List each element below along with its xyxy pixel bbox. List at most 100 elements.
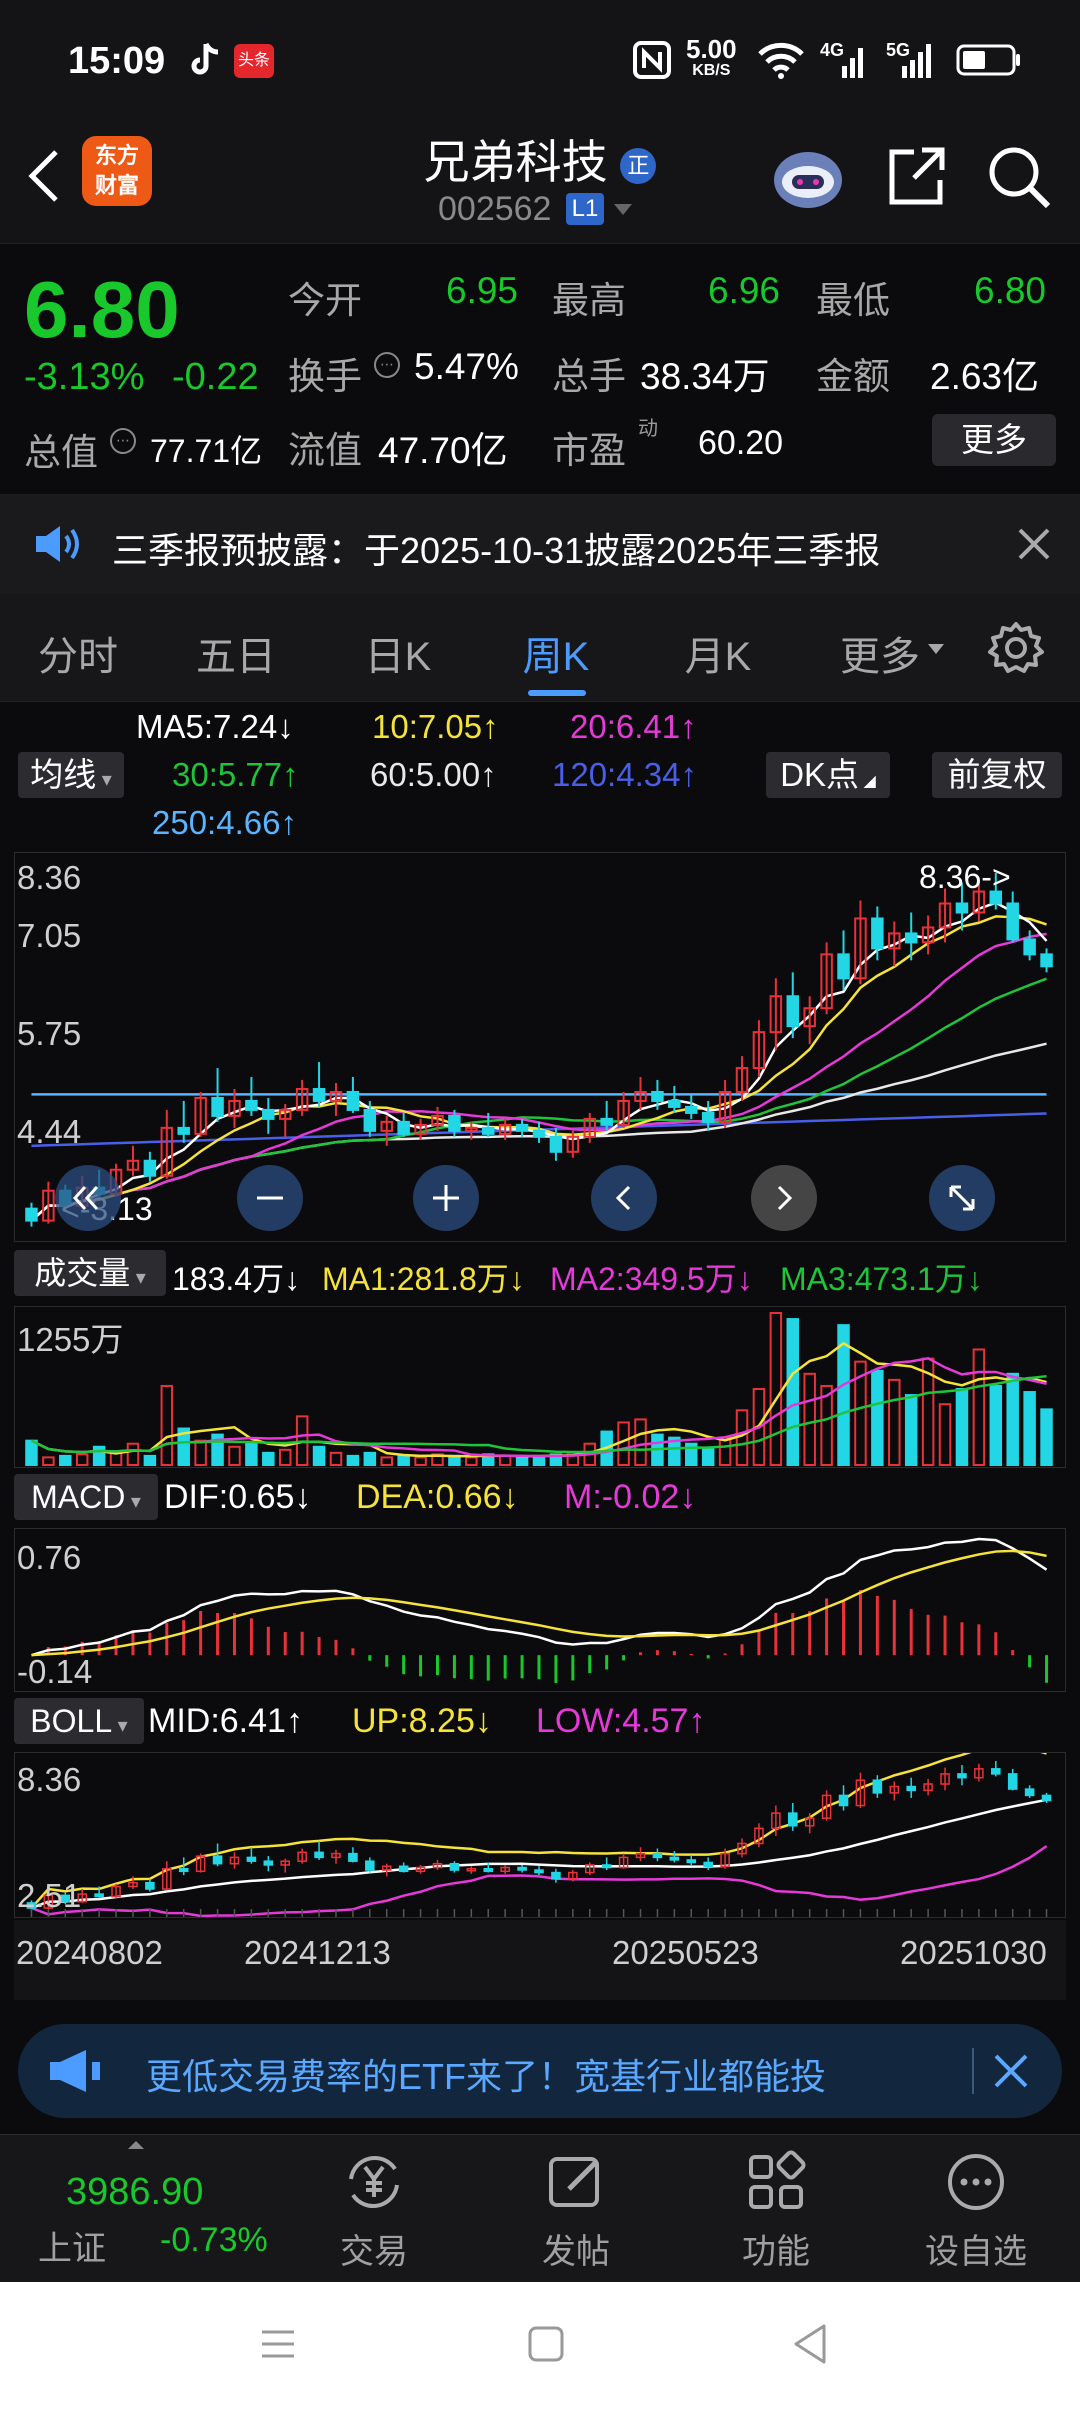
banner-close-icon[interactable] [992, 2052, 1030, 2090]
volume-bar [701, 1447, 715, 1466]
boll-candle-body [263, 1860, 274, 1866]
bottom-toolbar: 3986.90 上证 -0.73% 交易 发帖 功能 设自选 [0, 2134, 1080, 2282]
volume-bar [42, 1456, 55, 1466]
volume-chart[interactable]: 1255万 [14, 1306, 1066, 1468]
dk-point-button[interactable]: DK点 ◢ [766, 752, 890, 798]
volume-bar [1006, 1372, 1019, 1466]
amount-value: 2.63亿 [930, 356, 1040, 397]
candle-body [955, 902, 969, 914]
more-button[interactable]: 更多 [932, 414, 1056, 466]
share-icon[interactable] [886, 144, 948, 208]
change-percent: -3.13% [24, 356, 145, 398]
boll-candle-body [145, 1881, 155, 1890]
boll-y-bottom: 2.51 [17, 1877, 82, 1914]
zoom-out-icon[interactable] [237, 1165, 303, 1231]
ma-line-ma30 [30, 977, 1047, 1222]
boll-candle-body [178, 1868, 189, 1873]
macd-legend: MACD ▾ DIF:0.65↓ DEA:0.66↓ M:-0.02↓ [0, 1474, 1080, 1526]
kline-y-label-4: 4.44 [17, 1113, 82, 1150]
macd-indicator-button[interactable]: MACD ▾ [14, 1474, 158, 1520]
volume-bar [143, 1454, 157, 1467]
candle-body [448, 1114, 461, 1132]
back-triangle-icon[interactable] [790, 2322, 830, 2366]
macd-chart[interactable]: 0.76 -0.14 [14, 1528, 1066, 1692]
home-icon[interactable] [526, 2324, 566, 2364]
dk-corner-icon: ◢ [859, 773, 876, 790]
volume-bar [59, 1454, 72, 1467]
candle-body [549, 1135, 563, 1153]
volume-bar [75, 1453, 89, 1467]
scroll-left-icon[interactable] [591, 1165, 657, 1231]
low-label: 最低 [816, 280, 890, 321]
tab-five-day[interactable]: 五日 [186, 624, 286, 682]
ma-selector-chevron-icon: ▾ [96, 769, 112, 791]
market-cap-value: 77.71亿 [150, 433, 263, 469]
adjustment-button[interactable]: 前复权 [932, 752, 1062, 798]
boll-candle-body [246, 1856, 257, 1862]
pe-value: 60.20 [698, 424, 784, 462]
net-speed-value: 5.00 [686, 34, 737, 64]
volume-bar [363, 1451, 377, 1466]
ma-legend: MA5:7.24↓ 10:7.05↑ 20:6.41↑ 均线 ▾ 30:5.77… [0, 702, 1080, 848]
boll-indicator-button[interactable]: BOLL ▾ [14, 1698, 144, 1744]
level-badge[interactable]: L1 [566, 193, 604, 225]
x-axis: 20240802 20241213 20250523 20251030 [14, 1920, 1066, 2000]
scroll-left-fast-icon[interactable] [55, 1165, 121, 1231]
etf-promo-banner[interactable]: 更低交易费率的ETF来了！宽基行业都能投 [18, 2024, 1062, 2118]
change-amount: -0.22 [172, 356, 259, 398]
tab-monthly[interactable]: 月K [668, 624, 768, 682]
search-icon[interactable] [986, 144, 1052, 210]
boll-candle-body [212, 1855, 223, 1865]
boll-candle-body [483, 1868, 494, 1873]
settings-gear-icon[interactable] [988, 620, 1044, 676]
boll-candle-body [1024, 1788, 1035, 1797]
trade-button[interactable]: 交易 [274, 2149, 474, 2273]
fullscreen-icon[interactable] [929, 1165, 995, 1231]
candle-body [177, 1126, 190, 1135]
turnover-info-icon[interactable]: ⋯ [374, 352, 400, 378]
notice-bar[interactable]: 三季报预披露：于2025-10-31披露2025年三季报 [0, 494, 1080, 594]
tab-weekly[interactable]: 周K [506, 624, 606, 682]
menu-icon[interactable] [258, 2324, 298, 2364]
volume-bar [955, 1388, 969, 1466]
boll-chart[interactable]: 8.36 2.51 [14, 1752, 1066, 1918]
candle-body [211, 1096, 224, 1117]
robot-assistant-icon[interactable] [770, 142, 846, 212]
close-icon[interactable] [1016, 526, 1052, 562]
index-expand-icon[interactable] [128, 2141, 144, 2149]
post-button[interactable]: 发帖 [476, 2149, 676, 2273]
boll-candle-body [94, 1893, 104, 1898]
info-icon[interactable]: ⋯ [110, 428, 136, 454]
volume-bar [245, 1442, 258, 1467]
zoom-in-icon[interactable] [413, 1165, 479, 1231]
volume-bar [278, 1448, 292, 1467]
kline-chart[interactable]: 8.36 7.05 5.75 4.44 8.36-> <-3.13 [14, 852, 1066, 1242]
more-chevron-down-icon[interactable] [928, 644, 944, 654]
tab-intraday[interactable]: 分时 [28, 624, 128, 682]
volume-bar [397, 1454, 410, 1467]
level-chevron-down-icon[interactable] [614, 204, 632, 215]
volume-bar [228, 1445, 241, 1466]
volume-bar [465, 1456, 478, 1466]
index-value[interactable]: 3986.90 [66, 2171, 203, 2214]
post-label: 发帖 [542, 2233, 610, 2271]
candle-body [786, 995, 800, 1028]
last-price: 6.80 [24, 265, 180, 354]
open-label: 今开 [288, 280, 362, 321]
volume-bar [972, 1348, 986, 1466]
tab-daily[interactable]: 日K [348, 624, 448, 682]
volume-indicator-button[interactable]: 成交量 ▾ [14, 1250, 166, 1296]
boll-low: LOW:4.57↑ [536, 1702, 706, 1740]
volume-bar [1040, 1408, 1053, 1466]
volume-svg [25, 1312, 1053, 1467]
tab-more[interactable]: 更多 [830, 624, 930, 682]
features-button[interactable]: 功能 [676, 2149, 876, 2273]
ma-selector-button[interactable]: 均线 ▾ [18, 752, 124, 798]
volume-value: 38.34万 [640, 356, 770, 397]
ma10-value: 10:7.05↑ [372, 708, 499, 745]
add-watchlist-button[interactable]: 设自选 [876, 2149, 1076, 2273]
candle-body [482, 1126, 495, 1135]
scroll-right-icon[interactable] [751, 1165, 817, 1231]
volume-bar [634, 1418, 647, 1466]
boll-candle-body [991, 1768, 1001, 1775]
